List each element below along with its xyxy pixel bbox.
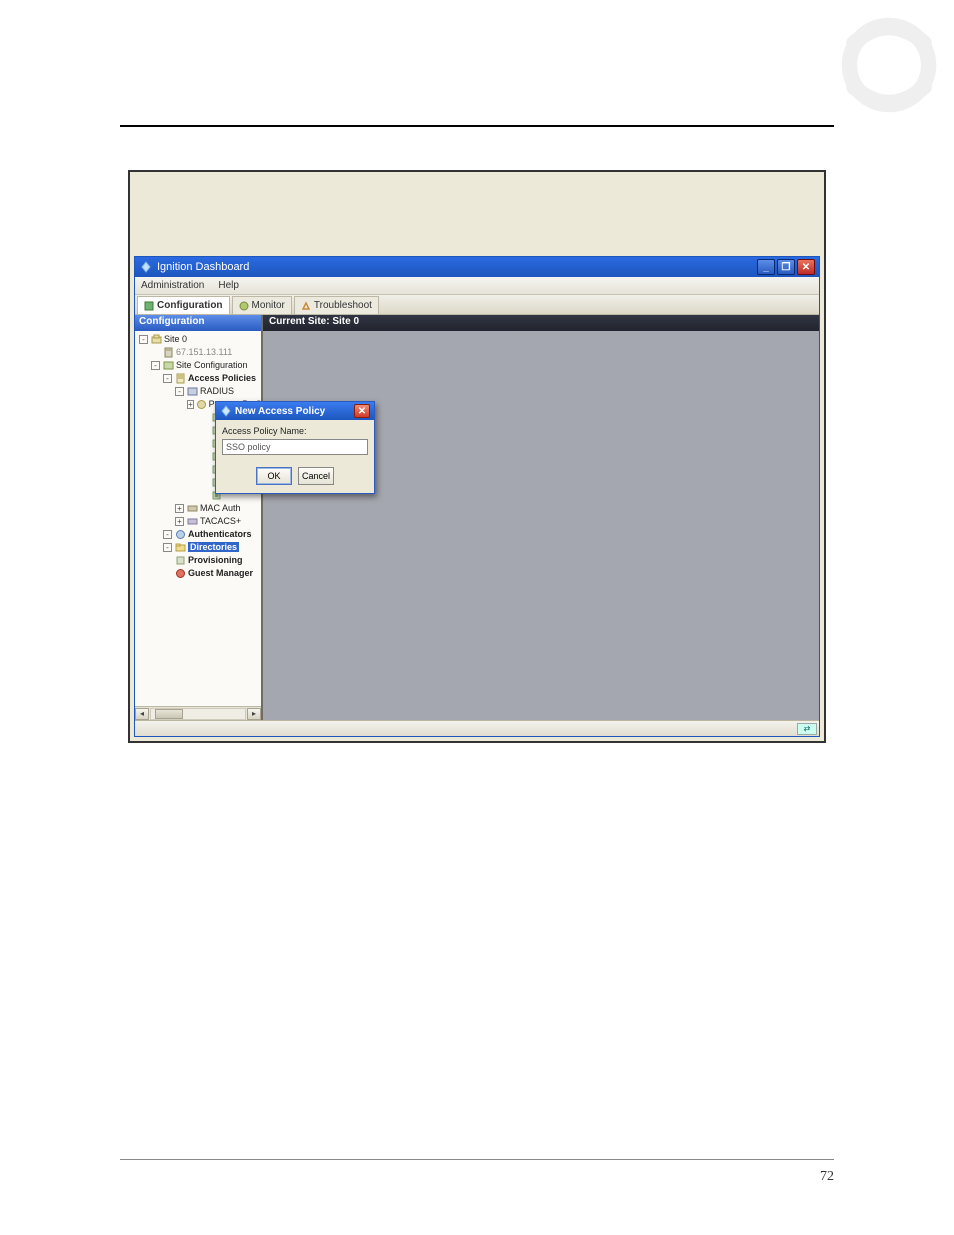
app-window: Ignition Dashboard _ ❐ ✕ Administration … xyxy=(134,256,820,737)
tree-expander[interactable]: + xyxy=(175,504,184,513)
tab-monitor[interactable]: Monitor xyxy=(232,296,292,314)
policy-icon xyxy=(186,386,198,397)
tree-label: Guest Manager xyxy=(188,567,253,580)
tab-label: Monitor xyxy=(252,300,285,311)
connection-status-icon: ⇄ xyxy=(797,723,817,735)
scroll-thumb[interactable] xyxy=(155,709,183,719)
scroll-left-button[interactable]: ◂ xyxy=(135,708,149,720)
menu-administration[interactable]: Administration xyxy=(141,280,204,291)
main-title: Current Site: Site 0 xyxy=(263,315,819,331)
tree-label: Site Configuration xyxy=(176,359,248,372)
cancel-button[interactable]: Cancel xyxy=(298,467,334,485)
site-icon xyxy=(150,334,162,345)
tree-expander[interactable]: - xyxy=(175,387,184,396)
tree-label: Directories xyxy=(188,541,239,554)
tree-expander[interactable]: + xyxy=(187,400,194,409)
policies-icon xyxy=(174,373,186,384)
tree-node[interactable]: + MAC Auth xyxy=(139,502,259,515)
dir-icon xyxy=(174,542,186,553)
header-rule xyxy=(120,125,834,127)
tree-label: Site 0 xyxy=(164,333,187,346)
policy-name-input[interactable] xyxy=(222,439,368,455)
page-number: 72 xyxy=(820,1169,834,1185)
sidebar: Configuration -Site 067.151.13.111-Site … xyxy=(135,315,263,720)
menu-bar: Administration Help xyxy=(135,277,819,295)
tab-troubleshoot[interactable]: Troubleshoot xyxy=(294,296,379,314)
menu-help[interactable]: Help xyxy=(218,280,239,291)
main-panel: Current Site: Site 0 xyxy=(263,315,819,720)
prov-icon xyxy=(174,555,186,566)
tree-node[interactable]: Provisioning xyxy=(139,554,259,567)
tab-configuration[interactable]: Configuration xyxy=(137,296,230,314)
tree-label: Access Policies xyxy=(188,372,256,385)
tab-label: Configuration xyxy=(157,300,223,311)
policy-name-label: Access Policy Name: xyxy=(222,426,368,436)
tree-node[interactable]: + TACACS+ xyxy=(139,515,259,528)
tree-expander[interactable]: - xyxy=(163,374,172,383)
tree-label: Authenticators xyxy=(188,528,252,541)
dialog-title: New Access Policy xyxy=(235,406,325,417)
tree-expander[interactable]: + xyxy=(175,517,184,526)
status-bar: ⇄ xyxy=(135,720,819,736)
screenshot-frame: Ignition Dashboard _ ❐ ✕ Administration … xyxy=(128,170,826,743)
server-icon xyxy=(162,347,174,358)
monitor-icon xyxy=(239,301,249,311)
footer-rule xyxy=(120,1159,834,1160)
tree-label: 67.151.13.111 xyxy=(176,346,232,359)
scroll-track[interactable] xyxy=(150,708,246,720)
tree-node[interactable]: - Directories xyxy=(139,541,259,554)
tree-label: RADIUS xyxy=(200,385,234,398)
sidebar-hscrollbar[interactable]: ◂ ▸ xyxy=(135,706,261,720)
tree-node[interactable]: - Site 0 xyxy=(139,333,259,346)
ok-button[interactable]: OK xyxy=(256,467,292,485)
minimize-button[interactable]: _ xyxy=(757,259,775,275)
dialog-title-bar: New Access Policy ✕ xyxy=(216,402,374,420)
window-title: Ignition Dashboard xyxy=(157,261,249,273)
scroll-right-button[interactable]: ▸ xyxy=(247,708,261,720)
siteconf-icon xyxy=(162,360,174,371)
new-access-policy-dialog: New Access Policy ✕ Access Policy Name: … xyxy=(215,401,375,494)
tree-expander[interactable]: - xyxy=(163,530,172,539)
dialog-icon xyxy=(220,405,232,417)
tab-label: Troubleshoot xyxy=(314,300,372,311)
app-icon xyxy=(139,260,153,274)
profile-icon xyxy=(196,399,207,410)
tacacs-icon xyxy=(186,516,198,527)
tree-node[interactable]: - RADIUS xyxy=(139,385,259,398)
config-icon xyxy=(144,301,154,311)
tree-expander[interactable]: - xyxy=(151,361,160,370)
tree-node[interactable]: 67.151.13.111 xyxy=(139,346,259,359)
maximize-button[interactable]: ❐ xyxy=(777,259,795,275)
watermark-logo xyxy=(834,10,944,125)
tree-expander[interactable]: - xyxy=(139,335,148,344)
auth-icon xyxy=(174,529,186,540)
troubleshoot-icon xyxy=(301,301,311,311)
dialog-close-button[interactable]: ✕ xyxy=(354,404,370,418)
guest-icon xyxy=(174,568,186,579)
tree-node[interactable]: Guest Manager xyxy=(139,567,259,580)
title-bar: Ignition Dashboard _ ❐ ✕ xyxy=(135,257,819,277)
mac-icon xyxy=(186,503,198,514)
tree-node[interactable]: - Authenticators xyxy=(139,528,259,541)
main-body xyxy=(263,331,819,720)
tree-node[interactable]: - Access Policies xyxy=(139,372,259,385)
tree-label: Provisioning xyxy=(188,554,243,567)
sidebar-title: Configuration xyxy=(135,315,261,331)
tree-label: TACACS+ xyxy=(200,515,241,528)
tree-label: MAC Auth xyxy=(200,502,241,515)
close-button[interactable]: ✕ xyxy=(797,259,815,275)
tab-bar: Configuration Monitor Troubleshoot xyxy=(135,295,819,315)
tree-node[interactable]: - Site Configuration xyxy=(139,359,259,372)
config-tree[interactable]: -Site 067.151.13.111-Site Configuration-… xyxy=(135,331,261,706)
tree-expander[interactable]: - xyxy=(163,543,172,552)
